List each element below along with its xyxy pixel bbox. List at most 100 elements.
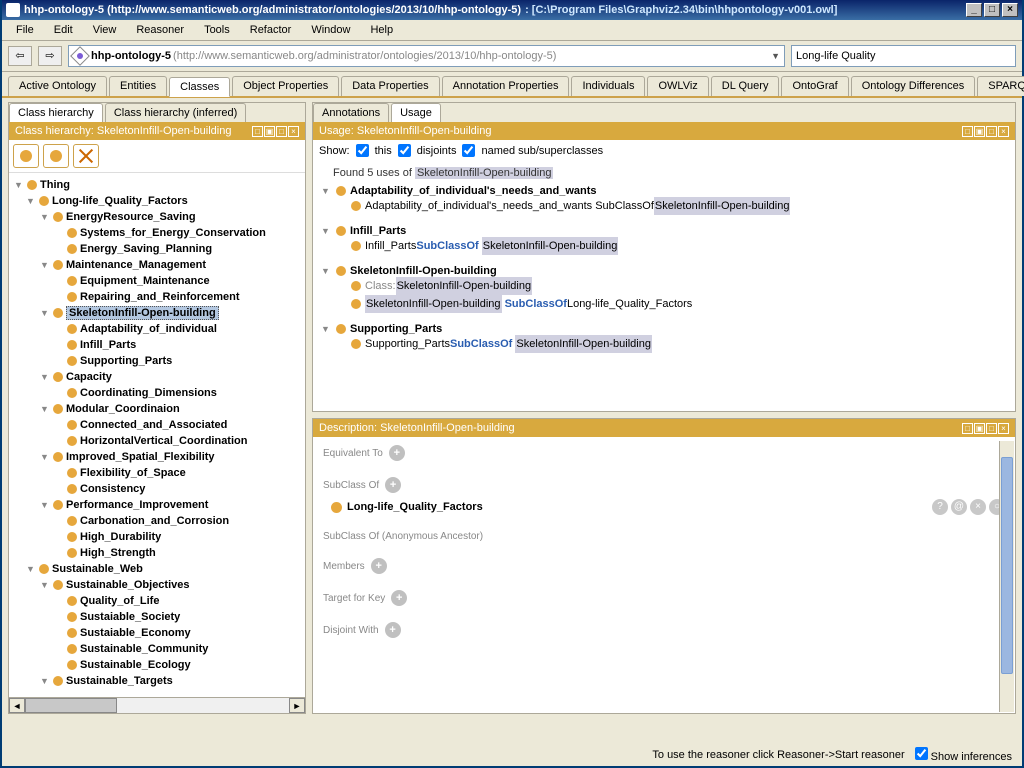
address-dropdown-icon[interactable]: ▼ <box>771 51 780 61</box>
add-subclass-button[interactable]: + <box>385 477 401 493</box>
usage-group-head[interactable]: ▼Infill_Parts <box>321 225 1007 237</box>
tab-sparql-query[interactable]: SPARQL Query <box>977 76 1024 96</box>
add-member-button[interactable]: + <box>371 558 387 574</box>
tree-node[interactable]: Connected_and_Associated <box>80 419 227 431</box>
menu-help[interactable]: Help <box>362 22 401 38</box>
tree-node[interactable]: High_Strength <box>80 547 156 559</box>
tree-node[interactable]: Long-life_Quality_Factors <box>52 195 188 207</box>
tree-node-selected[interactable]: SkeletonInfill-Open-building <box>66 306 219 320</box>
delete-class-button[interactable] <box>73 144 99 168</box>
tab-object-properties[interactable]: Object Properties <box>232 76 339 96</box>
scroll-right-icon[interactable]: ► <box>289 698 305 713</box>
tree-node[interactable]: Carbonation_and_Corrosion <box>80 515 229 527</box>
tree-node[interactable]: Sustainable_Targets <box>66 675 173 687</box>
add-sibling-button[interactable] <box>43 144 69 168</box>
check-disjoints[interactable] <box>398 144 411 157</box>
menu-reasoner[interactable]: Reasoner <box>128 22 192 38</box>
check-named[interactable] <box>462 144 475 157</box>
tab-active-ontology[interactable]: Active Ontology <box>8 76 107 96</box>
tab-data-properties[interactable]: Data Properties <box>341 76 439 96</box>
tree-node[interactable]: Systems_for_Energy_Conservation <box>80 227 266 239</box>
tree-node[interactable]: Sustainable_Web <box>52 563 143 575</box>
tree-node[interactable]: Sustaiable_Society <box>80 611 180 623</box>
tree-node[interactable]: HorizontalVertical_Coordination <box>80 435 247 447</box>
show-inferences-checkbox[interactable] <box>915 747 928 760</box>
tree-node[interactable]: Sustainable_Ecology <box>80 659 191 671</box>
menu-tools[interactable]: Tools <box>196 22 238 38</box>
usage-group-head[interactable]: ▼Supporting_Parts <box>321 323 1007 335</box>
menu-edit[interactable]: Edit <box>46 22 81 38</box>
tree-hscrollbar[interactable]: ◄ ► <box>9 697 305 713</box>
tree-thing[interactable]: Thing <box>40 179 70 191</box>
tree-node[interactable]: Infill_Parts <box>80 339 136 351</box>
tree-node[interactable]: Maintenance_Management <box>66 259 206 271</box>
subclass-anon-label: SubClass Of (Anonymous Ancestor) <box>323 531 483 542</box>
tree-node[interactable]: Supporting_Parts <box>80 355 172 367</box>
tab-dl-query[interactable]: DL Query <box>711 76 780 96</box>
tab-classes[interactable]: Classes <box>169 77 230 97</box>
check-this[interactable] <box>356 144 369 157</box>
back-button[interactable]: ⇦ <box>8 46 32 66</box>
tab-ontology-differences[interactable]: Ontology Differences <box>851 76 976 96</box>
tree-node[interactable]: Energy_Saving_Planning <box>80 243 212 255</box>
tree-node[interactable]: Repairing_and_Reinforcement <box>80 291 240 303</box>
description-vscrollbar[interactable] <box>999 441 1014 712</box>
class-tree[interactable]: ▼Thing ▼Long-life_Quality_Factors ▼Energ… <box>9 173 305 697</box>
menu-file[interactable]: File <box>8 22 42 38</box>
tree-node[interactable]: Consistency <box>80 483 145 495</box>
usage-group-head[interactable]: ▼SkeletonInfill-Open-building <box>321 265 1007 277</box>
menu-refactor[interactable]: Refactor <box>242 22 300 38</box>
add-subclass-button[interactable] <box>13 144 39 168</box>
tab-owlviz[interactable]: OWLViz <box>647 76 708 96</box>
tree-node[interactable]: Quality_of_Life <box>80 595 159 607</box>
panel-header-buttons[interactable]: □▣□× <box>251 125 299 137</box>
subtab-usage[interactable]: Usage <box>391 103 441 122</box>
tree-node[interactable]: Coordinating_Dimensions <box>80 387 217 399</box>
usage-group-head[interactable]: ▼Adaptability_of_individual's_needs_and_… <box>321 185 1007 197</box>
tree-node[interactable]: Sustaiable_Economy <box>80 627 191 639</box>
menu-window[interactable]: Window <box>303 22 358 38</box>
close-button[interactable]: × <box>1002 3 1018 17</box>
usage-line[interactable]: Infill_Parts SubClassOf SkeletonInfill-O… <box>351 237 1007 255</box>
tree-node[interactable]: EnergyResource_Saving <box>66 211 196 223</box>
add-target-key-button[interactable]: + <box>391 590 407 606</box>
tab-annotation-properties[interactable]: Annotation Properties <box>442 76 570 96</box>
tree-node[interactable]: Capacity <box>66 371 112 383</box>
tab-ontograf[interactable]: OntoGraf <box>781 76 848 96</box>
remove-button[interactable]: × <box>970 499 986 515</box>
menu-view[interactable]: View <box>85 22 125 38</box>
ontology-address[interactable]: hhp-ontology-5 (http://www.semanticweb.o… <box>68 45 785 67</box>
scroll-left-icon[interactable]: ◄ <box>9 698 25 713</box>
tree-node[interactable]: Performance_Improvement <box>66 499 208 511</box>
forward-button[interactable]: ⇨ <box>38 46 62 66</box>
add-equivalent-button[interactable]: + <box>389 445 405 461</box>
tree-node[interactable]: Flexibility_of_Space <box>80 467 186 479</box>
usage-line[interactable]: Class: SkeletonInfill-Open-building <box>351 277 1007 295</box>
help-button[interactable]: ? <box>932 499 948 515</box>
tab-entities[interactable]: Entities <box>109 76 167 96</box>
maximize-button[interactable]: □ <box>984 3 1000 17</box>
minimize-button[interactable]: _ <box>966 3 982 17</box>
vscroll-thumb[interactable] <box>1001 457 1013 674</box>
subtab-class-hierarchy[interactable]: Class hierarchy <box>9 103 103 122</box>
tree-node[interactable]: High_Durability <box>80 531 161 543</box>
tree-node[interactable]: Modular_Coordinaion <box>66 403 180 415</box>
add-disjoint-button[interactable]: + <box>385 622 401 638</box>
usage-line[interactable]: Supporting_Parts SubClassOf SkeletonInfi… <box>351 335 1007 353</box>
usage-line[interactable]: Adaptability_of_individual's_needs_and_w… <box>351 197 1007 215</box>
panel-header-buttons[interactable]: □▣□× <box>961 125 1009 137</box>
subclass-value-row[interactable]: Long-life_Quality_Factors ? @ × ○ <box>331 499 1005 515</box>
scroll-thumb[interactable] <box>25 698 117 713</box>
annotate-button[interactable]: @ <box>951 499 967 515</box>
usage-line[interactable]: SkeletonInfill-Open-building SubClassOf … <box>351 295 1007 313</box>
tree-node[interactable]: Improved_Spatial_Flexibility <box>66 451 215 463</box>
search-input[interactable] <box>791 45 1016 67</box>
panel-header-buttons[interactable]: □▣□× <box>961 422 1009 434</box>
tree-node[interactable]: Sustainable_Community <box>80 643 208 655</box>
subtab-class-hierarchy-inferred[interactable]: Class hierarchy (inferred) <box>105 103 246 122</box>
tree-node[interactable]: Adaptability_of_individual <box>80 323 217 335</box>
tree-node[interactable]: Sustainable_Objectives <box>66 579 190 591</box>
tree-node[interactable]: Equipment_Maintenance <box>80 275 210 287</box>
tab-individuals[interactable]: Individuals <box>571 76 645 96</box>
subtab-annotations[interactable]: Annotations <box>313 103 389 122</box>
